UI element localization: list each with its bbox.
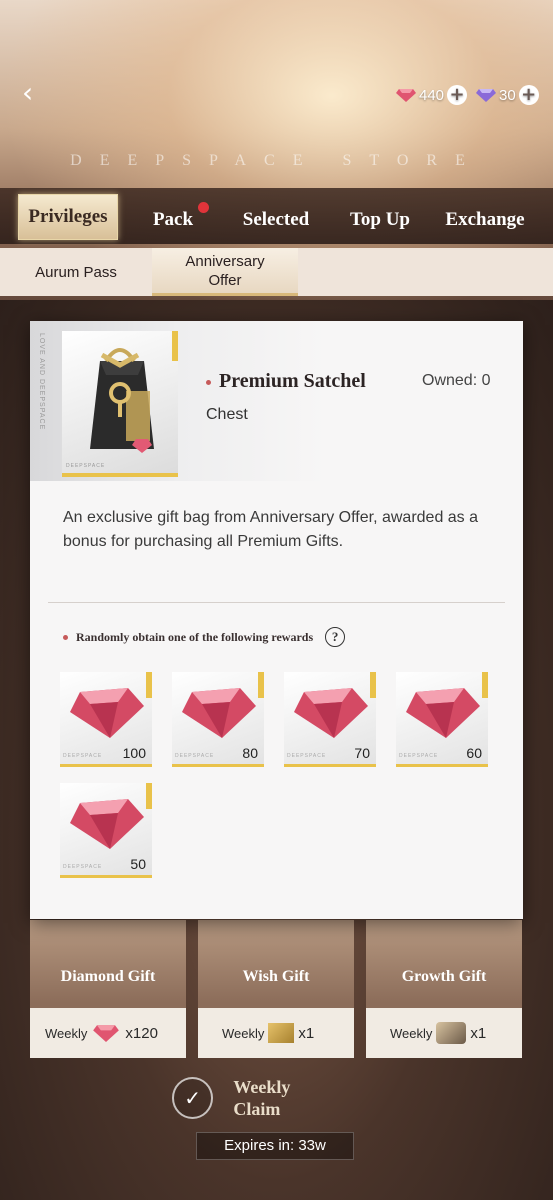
tab-selected[interactable]: Selected [232, 188, 320, 244]
tab-pack[interactable]: Pack [142, 188, 204, 244]
question-icon[interactable]: ? [325, 627, 346, 647]
thumb-brand-text: DEEPSPACE [66, 463, 106, 469]
rarity-tag [258, 672, 264, 698]
expiry-text: Expires in: 33w [196, 1132, 354, 1160]
red-diamond-icon [70, 688, 144, 738]
reward-quantity: 100 [122, 745, 146, 761]
tab-top-up[interactable]: Top Up [340, 188, 420, 244]
rewards-heading-text: Randomly obtain one of the following rew… [76, 629, 314, 644]
red-diamond-icon [70, 799, 144, 849]
gift-card-wish[interactable]: Wish Gift Weekly x1 [198, 920, 354, 1058]
gift-reward-bar: Weekly x1 [366, 1008, 522, 1058]
store-title: DEEPSPACE STORE [70, 152, 483, 169]
gift-reward-bar: Weekly x1 [198, 1008, 354, 1058]
item-thumbnail: DEEPSPACE [62, 331, 178, 477]
sub-tab-bar: Aurum Pass Anniversary Offer [0, 248, 553, 296]
gift-card-diamond[interactable]: Diamond Gift Weekly x120 [30, 920, 186, 1058]
bullet-icon [63, 634, 68, 640]
gift-quantity: x1 [470, 1024, 487, 1042]
ticket-icon [268, 1023, 295, 1043]
currency-purple-diamond: 30 + [476, 84, 539, 106]
currency-amount: 440 [419, 86, 445, 104]
thumb-brand-text: DEEPSPACE [63, 864, 103, 870]
rarity-tag [146, 672, 152, 698]
main-tab-bar: Privileges Pack Selected Top Up Exchange [0, 188, 553, 244]
gift-reward-bar: Weekly x120 [30, 1008, 186, 1058]
divider [48, 602, 505, 603]
gift-period: Weekly [222, 1025, 265, 1041]
thumb-brand-text: DEEPSPACE [63, 753, 103, 759]
reward-item[interactable]: DEEPSPACE 60 [396, 672, 488, 767]
add-currency-button[interactable]: + [518, 85, 539, 105]
currency-amount: 30 [499, 86, 516, 104]
rarity-tag [370, 672, 376, 698]
red-diamond-icon [294, 688, 368, 738]
satchel-icon [90, 348, 154, 453]
reward-item[interactable]: DEEPSPACE 80 [172, 672, 264, 767]
chevron-left-icon: ‹ [22, 76, 34, 109]
rarity-tag [146, 783, 152, 809]
thumb-brand-text: DEEPSPACE [287, 753, 327, 759]
reward-quantity: 50 [130, 856, 146, 872]
reward-quantity: 80 [242, 745, 258, 761]
rarity-tag [172, 331, 178, 361]
bullet-icon [206, 379, 211, 385]
red-diamond-icon [93, 1025, 120, 1042]
owned-count: Owned: 0 [422, 372, 491, 389]
subtab-aurum-pass[interactable]: Aurum Pass [0, 248, 152, 296]
subtab-anniversary-offer[interactable]: Anniversary Offer [152, 248, 298, 296]
purple-diamond-icon [476, 89, 496, 102]
back-button[interactable]: ‹ [22, 79, 48, 107]
gift-card-growth[interactable]: Growth Gift Weekly x1 [366, 920, 522, 1058]
gift-label: Growth Gift [401, 968, 487, 985]
tab-privileges[interactable]: Privileges [18, 194, 118, 240]
item-name-text: Premium Satchel [219, 370, 366, 392]
weekly-claim-button[interactable]: ✓ Weekly Claim [172, 1077, 312, 1119]
currency-red-diamond: 440 + [396, 84, 468, 106]
notification-badge [198, 202, 209, 213]
gift-label: Wish Gift [242, 968, 310, 985]
gift-period: Weekly [390, 1025, 433, 1041]
claim-label: Weekly Claim [233, 1077, 291, 1119]
item-type: Chest [206, 406, 248, 423]
reward-quantity: 70 [354, 745, 370, 761]
gift-quantity: x120 [125, 1024, 158, 1042]
gift-label: Diamond Gift [60, 968, 156, 985]
reward-item[interactable]: DEEPSPACE 70 [284, 672, 376, 767]
checkmark-icon: ✓ [172, 1077, 214, 1119]
item-name: Premium Satchel [206, 370, 366, 393]
reward-quantity: 60 [466, 745, 482, 761]
add-currency-button[interactable]: + [447, 85, 468, 105]
red-diamond-icon [182, 688, 256, 738]
chest-icon [436, 1022, 467, 1044]
reward-item[interactable]: DEEPSPACE 100 [60, 672, 152, 767]
red-diamond-icon [406, 688, 480, 738]
reward-item[interactable]: DEEPSPACE 50 [60, 783, 152, 878]
rewards-heading: Randomly obtain one of the following rew… [63, 627, 346, 647]
gift-quantity: x1 [298, 1024, 315, 1042]
gift-period: Weekly [45, 1025, 88, 1041]
rarity-tag [482, 672, 488, 698]
item-detail-modal: LOVE AND DEEPSPACE DEEPSPACE Premium Sat… [30, 321, 523, 919]
tab-exchange[interactable]: Exchange [438, 188, 532, 244]
item-description: An exclusive gift bag from Anniversary O… [63, 509, 479, 550]
thumb-brand-text: DEEPSPACE [399, 753, 439, 759]
side-brand-text: LOVE AND DEEPSPACE [38, 333, 45, 431]
thumb-brand-text: DEEPSPACE [175, 753, 215, 759]
red-diamond-icon [396, 89, 416, 102]
